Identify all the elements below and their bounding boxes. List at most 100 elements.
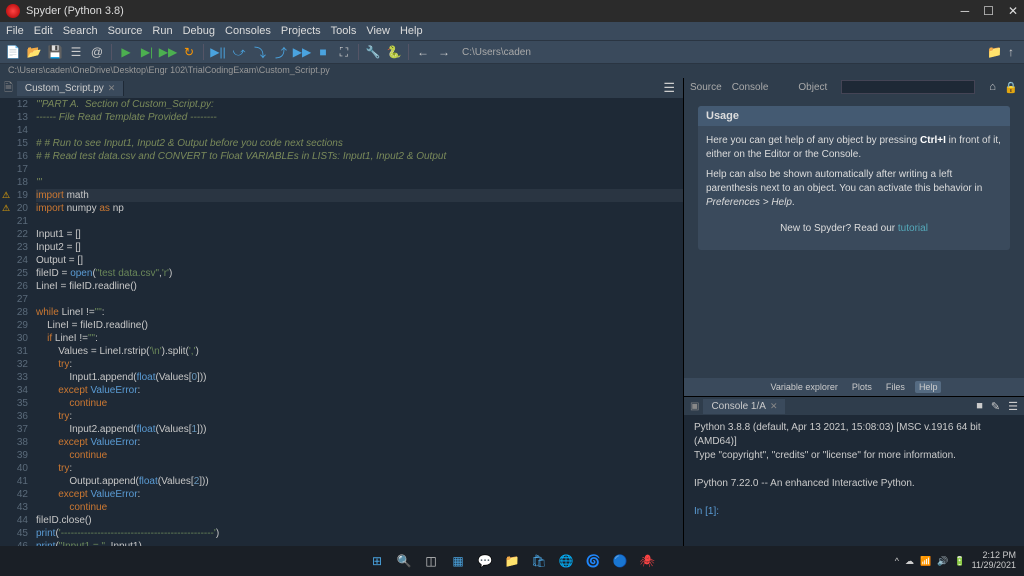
code-line[interactable]: 27 bbox=[0, 293, 683, 306]
save-icon[interactable]: 💾 bbox=[46, 43, 64, 61]
help-console-tab[interactable]: Console bbox=[732, 82, 769, 93]
menu-file[interactable]: File bbox=[6, 25, 24, 37]
search-icon[interactable]: 🔍 bbox=[394, 551, 414, 571]
widgets-icon[interactable]: ▦ bbox=[448, 551, 468, 571]
pythonpath-icon[interactable]: 🐍 bbox=[385, 43, 403, 61]
code-line[interactable]: 17 bbox=[0, 163, 683, 176]
inspector-tab-variable-explorer[interactable]: Variable explorer bbox=[767, 380, 842, 394]
new-file-icon[interactable]: 📄 bbox=[4, 43, 22, 61]
object-input[interactable] bbox=[841, 80, 975, 94]
code-line[interactable]: 19⚠import math bbox=[0, 189, 683, 202]
run-selection-icon[interactable]: ↻ bbox=[180, 43, 198, 61]
start-icon[interactable]: ⊞ bbox=[367, 551, 387, 571]
minimize-button[interactable]: ─ bbox=[961, 4, 970, 18]
open-file-icon[interactable]: 📂 bbox=[25, 43, 43, 61]
menu-consoles[interactable]: Consoles bbox=[225, 25, 271, 37]
menu-view[interactable]: View bbox=[366, 25, 390, 37]
code-line[interactable]: 35 continue bbox=[0, 397, 683, 410]
stop-console-icon[interactable]: ■ bbox=[976, 400, 983, 413]
code-line[interactable]: 44fileID.close() bbox=[0, 514, 683, 527]
clock[interactable]: 2:12 PM 11/29/2021 bbox=[972, 551, 1016, 571]
menu-search[interactable]: Search bbox=[63, 25, 98, 37]
lock-icon[interactable]: 🔒 bbox=[1004, 81, 1018, 94]
maximize-pane-icon[interactable]: ⛶ bbox=[335, 43, 353, 61]
code-line[interactable]: 28while LineI !="": bbox=[0, 306, 683, 319]
code-line[interactable]: 41 Output.append(float(Values[2])) bbox=[0, 475, 683, 488]
code-line[interactable]: 36 try: bbox=[0, 410, 683, 423]
browse-folder-icon[interactable]: 📁 bbox=[987, 45, 1002, 59]
explorer-icon[interactable]: 📁 bbox=[502, 551, 522, 571]
console-output[interactable]: Python 3.8.8 (default, Apr 13 2021, 15:0… bbox=[684, 415, 1024, 546]
code-line[interactable]: 29 LineI = fileID.readline() bbox=[0, 319, 683, 332]
save-all-icon[interactable]: ☰ bbox=[67, 43, 85, 61]
console-tab[interactable]: Console 1/A ✕ bbox=[703, 399, 785, 414]
help-source-tab[interactable]: Source bbox=[690, 82, 722, 93]
taskview-icon[interactable]: ◫ bbox=[421, 551, 441, 571]
chrome-icon[interactable]: 🔵 bbox=[610, 551, 630, 571]
debug-icon[interactable]: ▶|| bbox=[209, 43, 227, 61]
code-line[interactable]: 12'''PART A. Section of Custom_Script.py… bbox=[0, 98, 683, 111]
code-line[interactable]: 24Output = [] bbox=[0, 254, 683, 267]
code-line[interactable]: 42 except ValueError: bbox=[0, 488, 683, 501]
code-editor[interactable]: 12'''PART A. Section of Custom_Script.py… bbox=[0, 98, 683, 546]
code-line[interactable]: 39 continue bbox=[0, 449, 683, 462]
step-out-icon[interactable]: ⤴ bbox=[272, 43, 290, 61]
close-console-icon[interactable]: ✕ bbox=[770, 401, 778, 412]
code-line[interactable]: 22Input1 = [] bbox=[0, 228, 683, 241]
code-line[interactable]: 33 Input1.append(float(Values[0])) bbox=[0, 371, 683, 384]
menu-run[interactable]: Run bbox=[152, 25, 172, 37]
code-line[interactable]: 23Input2 = [] bbox=[0, 241, 683, 254]
menu-tools[interactable]: Tools bbox=[331, 25, 357, 37]
inspector-tab-plots[interactable]: Plots bbox=[848, 380, 876, 394]
menu-projects[interactable]: Projects bbox=[281, 25, 321, 37]
cwd-path[interactable]: C:\Users\caden bbox=[462, 47, 531, 58]
code-line[interactable]: 37 Input2.append(float(Values[1])) bbox=[0, 423, 683, 436]
chat-icon[interactable]: 💬 bbox=[475, 551, 495, 571]
inspector-tab-help[interactable]: Help bbox=[915, 381, 942, 393]
continue-icon[interactable]: ▶▶ bbox=[293, 43, 311, 61]
home-icon[interactable]: ⌂ bbox=[989, 81, 996, 94]
code-line[interactable]: 13------ File Read Template Provided ---… bbox=[0, 111, 683, 124]
revert-icon[interactable]: @ bbox=[88, 43, 106, 61]
code-line[interactable]: 25fileID = open("test data.csv",'r') bbox=[0, 267, 683, 280]
maximize-button[interactable]: ☐ bbox=[983, 4, 994, 18]
tray-wifi-icon[interactable]: 📶 bbox=[920, 556, 931, 567]
run-cell-icon[interactable]: ▶| bbox=[138, 43, 156, 61]
tray-battery-icon[interactable]: 🔋 bbox=[954, 556, 965, 567]
code-line[interactable]: 31 Values = LineI.rstrip('\n').split(','… bbox=[0, 345, 683, 358]
app-icon[interactable]: 🌐 bbox=[556, 551, 576, 571]
code-line[interactable]: 40 try: bbox=[0, 462, 683, 475]
edge-icon[interactable]: 🌀 bbox=[583, 551, 603, 571]
forward-icon[interactable]: → bbox=[435, 43, 453, 61]
console-menu-icon[interactable]: ☰ bbox=[1008, 400, 1018, 413]
run-cell-advance-icon[interactable]: ▶▶ bbox=[159, 43, 177, 61]
code-line[interactable]: 30 if LineI !="": bbox=[0, 332, 683, 345]
preferences-icon[interactable]: 🔧 bbox=[364, 43, 382, 61]
menu-help[interactable]: Help bbox=[400, 25, 423, 37]
code-line[interactable]: 38 except ValueError: bbox=[0, 436, 683, 449]
code-line[interactable]: 43 continue bbox=[0, 501, 683, 514]
close-button[interactable]: ✕ bbox=[1008, 4, 1018, 18]
store-icon[interactable]: 🛍 bbox=[529, 551, 549, 571]
code-line[interactable]: 20⚠import numpy as np bbox=[0, 202, 683, 215]
close-tab-icon[interactable]: ✕ bbox=[108, 83, 116, 94]
code-line[interactable]: 32 try: bbox=[0, 358, 683, 371]
step-into-icon[interactable]: ⤵ bbox=[251, 43, 269, 61]
code-line[interactable]: 21 bbox=[0, 215, 683, 228]
inspector-tab-files[interactable]: Files bbox=[882, 380, 909, 394]
stop-debug-icon[interactable]: ■ bbox=[314, 43, 332, 61]
code-line[interactable]: 45print('-------------------------------… bbox=[0, 527, 683, 540]
code-line[interactable]: 26LineI = fileID.readline() bbox=[0, 280, 683, 293]
clear-console-icon[interactable]: ✎ bbox=[991, 400, 1000, 413]
code-line[interactable]: 14 bbox=[0, 124, 683, 137]
step-over-icon[interactable]: ⤻ bbox=[230, 43, 248, 61]
code-line[interactable]: 18''' bbox=[0, 176, 683, 189]
parent-folder-icon[interactable]: ↑ bbox=[1008, 45, 1014, 59]
tray-chevron-icon[interactable]: ^ bbox=[895, 556, 899, 566]
menu-edit[interactable]: Edit bbox=[34, 25, 53, 37]
code-line[interactable]: 34 except ValueError: bbox=[0, 384, 683, 397]
tray-onedrive-icon[interactable]: ☁ bbox=[905, 556, 914, 567]
code-line[interactable]: 15# # Run to see Input1, Input2 & Output… bbox=[0, 137, 683, 150]
editor-menu-icon[interactable]: ☰ bbox=[655, 80, 683, 96]
back-icon[interactable]: ← bbox=[414, 43, 432, 61]
